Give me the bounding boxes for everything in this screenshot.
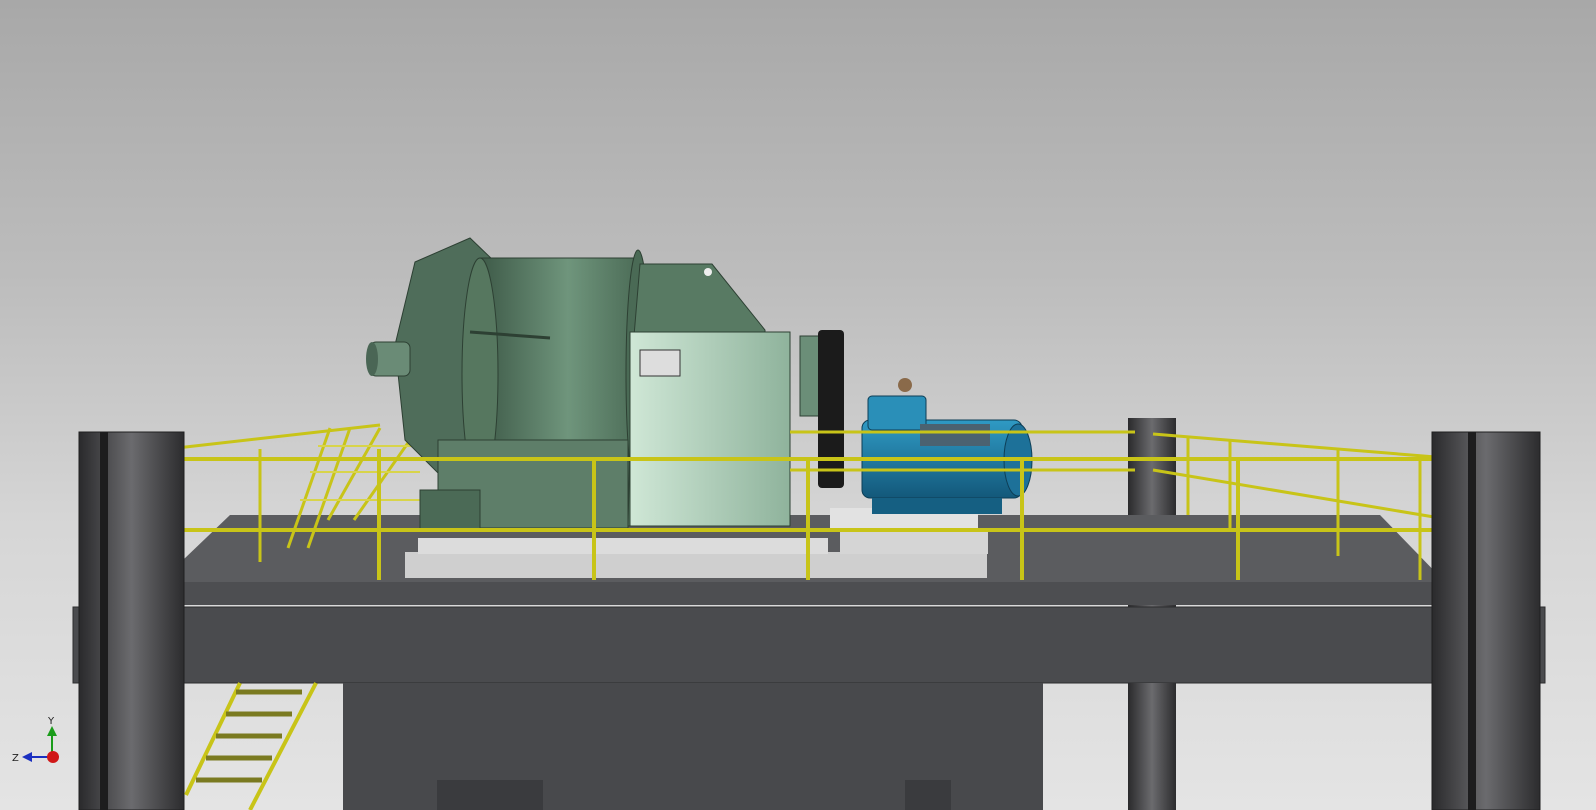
triad-x-dot-icon bbox=[47, 751, 59, 763]
pinion-bracket bbox=[639, 349, 681, 377]
orientation-triad[interactable]: Y Z bbox=[12, 716, 59, 764]
triad-y-label: Y bbox=[47, 716, 55, 727]
platform-deck-edge bbox=[155, 582, 1450, 605]
column-front-right bbox=[1431, 431, 1541, 810]
motor-terminal-box bbox=[867, 395, 927, 431]
column-front-left bbox=[78, 431, 185, 810]
support-structure bbox=[343, 683, 1043, 810]
platform-main-beam bbox=[72, 606, 1546, 684]
lower-stair bbox=[184, 682, 318, 810]
triad-y-arrow-icon bbox=[47, 726, 57, 736]
operator-figure-head bbox=[898, 378, 912, 392]
ball-mill[interactable] bbox=[366, 237, 844, 531]
drive-belt bbox=[818, 330, 844, 488]
triad-z-label: Z bbox=[12, 753, 19, 764]
cad-scene[interactable]: Y Z bbox=[0, 0, 1596, 810]
drive-motor[interactable] bbox=[861, 378, 1033, 514]
3d-viewport[interactable]: Y Z bbox=[0, 0, 1596, 810]
triad-z-arrow-icon bbox=[22, 752, 32, 762]
flywheel bbox=[799, 335, 821, 417]
